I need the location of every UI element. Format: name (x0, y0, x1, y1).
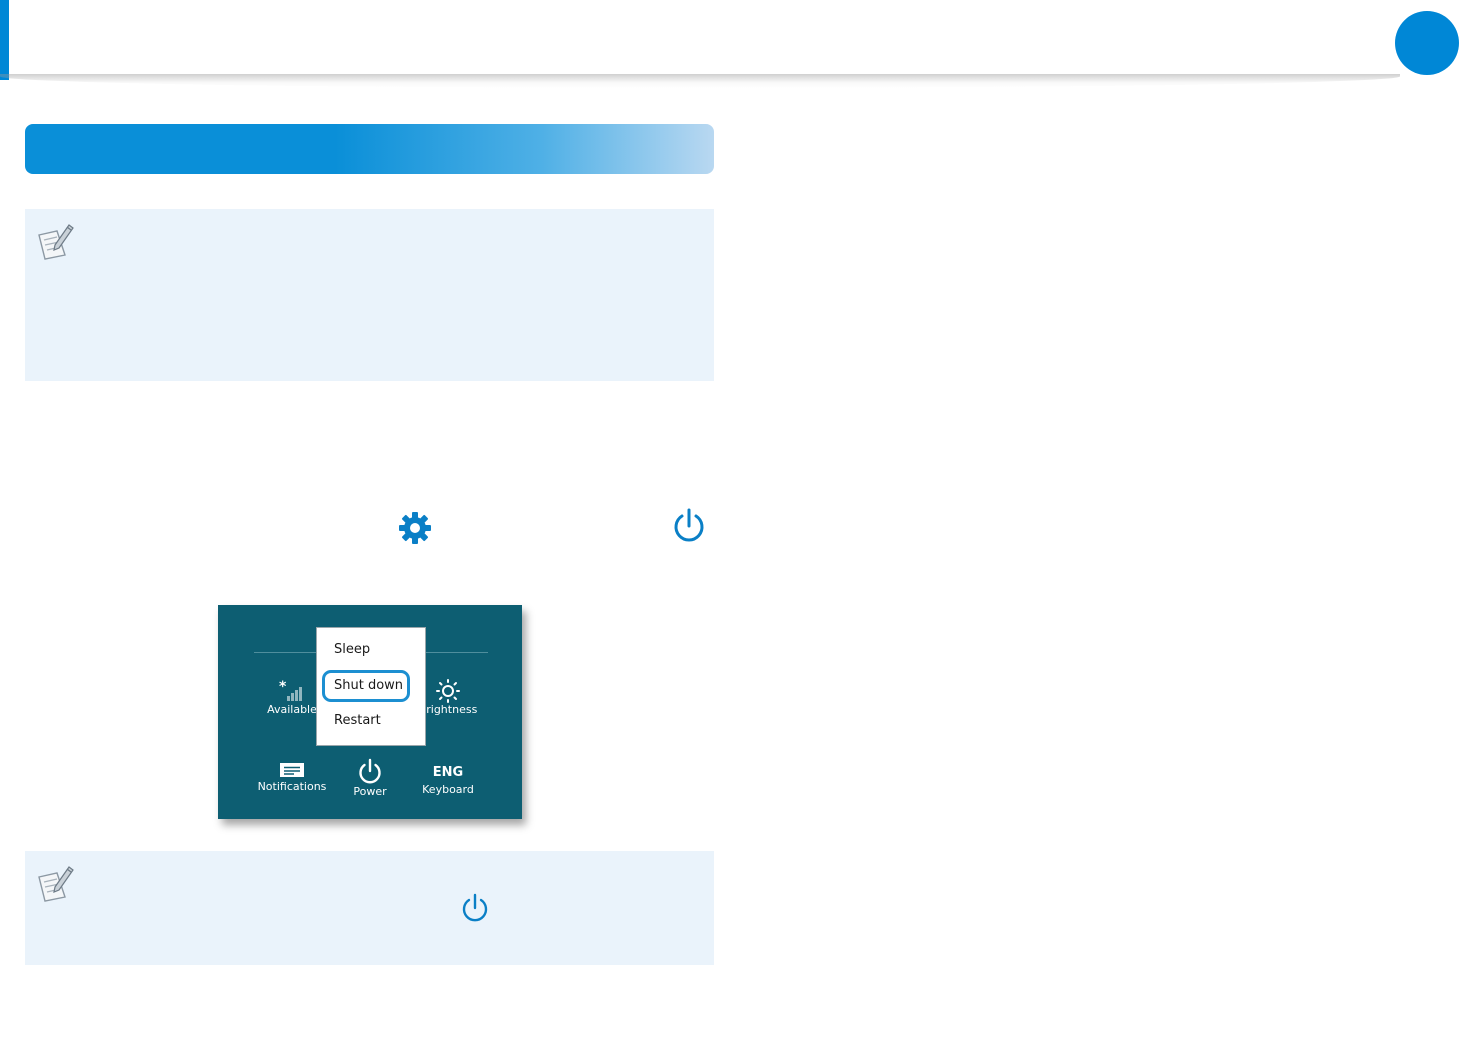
note-box (25, 851, 714, 965)
keyboard-language: ENG (432, 765, 464, 780)
tile-keyboard[interactable]: ENG Keyboard (408, 763, 488, 796)
divider-line (254, 652, 316, 653)
power-icon (674, 508, 704, 542)
section-heading-bar (25, 124, 714, 174)
tile-notifications[interactable]: Notifications (252, 760, 332, 793)
power-icon (359, 758, 381, 784)
gear-icon (399, 512, 431, 544)
header-divider (0, 74, 1400, 88)
menu-item-sleep[interactable]: Sleep (334, 642, 370, 657)
note-box (25, 209, 714, 381)
power-icon (462, 893, 488, 922)
tile-power[interactable]: Power (330, 757, 410, 798)
tile-label-power: Power (353, 785, 387, 798)
wireless-signal-icon: * (279, 679, 302, 701)
divider-line (424, 652, 488, 653)
chapter-badge (1395, 11, 1459, 75)
svg-text:*: * (279, 679, 287, 695)
accent-bar (0, 0, 9, 80)
tile-label-keyboard: Keyboard (422, 783, 474, 796)
notifications-icon (280, 763, 304, 777)
menu-item-shut-down[interactable]: Shut down (334, 678, 403, 693)
brightness-icon (436, 679, 460, 703)
settings-charm-screenshot: * Available Brightness Notifications Pow… (218, 605, 522, 819)
tile-label-notifications: Notifications (257, 780, 327, 793)
menu-item-restart[interactable]: Restart (334, 713, 381, 728)
note-pencil-icon (38, 224, 74, 260)
power-menu: Sleep Shut down Restart (316, 627, 426, 746)
note-pencil-icon (38, 866, 74, 902)
